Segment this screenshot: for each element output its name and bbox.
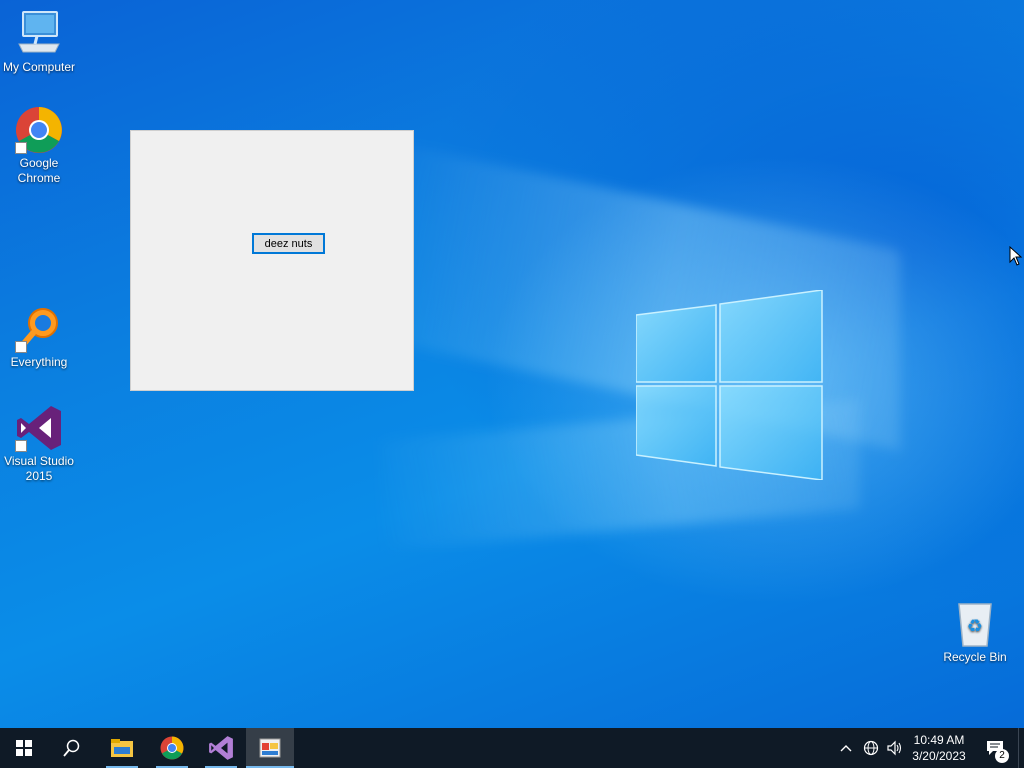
start-button[interactable] bbox=[0, 728, 48, 768]
network-button[interactable] bbox=[860, 728, 882, 768]
shortcut-arrow-icon bbox=[15, 142, 27, 154]
volume-button[interactable] bbox=[884, 728, 906, 768]
desktop: My Computer Google Chrome Everything Vis… bbox=[0, 0, 1024, 728]
shortcut-arrow-icon bbox=[15, 440, 27, 452]
desktop-icon-label: My Computer bbox=[2, 60, 76, 74]
speaker-icon bbox=[887, 740, 902, 756]
show-desktop-button[interactable] bbox=[1018, 728, 1024, 768]
globe-icon bbox=[863, 740, 879, 756]
search-button[interactable] bbox=[48, 728, 96, 768]
desktop-icon-visual-studio-2015[interactable]: Visual Studio 2015 bbox=[0, 404, 78, 484]
desktop-icon-everything[interactable]: Everything bbox=[0, 305, 78, 370]
mouse-cursor-icon bbox=[1009, 246, 1023, 266]
taskbar-app[interactable] bbox=[246, 728, 294, 768]
desktop-icon-google-chrome[interactable]: Google Chrome bbox=[0, 106, 78, 186]
clock-time: 10:49 AM bbox=[913, 733, 965, 747]
app-window: deez nuts bbox=[130, 130, 414, 391]
taskbar-chrome[interactable] bbox=[148, 728, 196, 768]
search-icon bbox=[63, 739, 80, 757]
windows-logo-wallpaper bbox=[636, 290, 823, 480]
chrome-icon bbox=[160, 736, 184, 760]
clock[interactable]: 10:49 AM 3/20/2023 bbox=[904, 728, 974, 768]
notifications-button[interactable]: 2 bbox=[980, 728, 1010, 768]
notification-count-badge: 2 bbox=[995, 749, 1009, 763]
desktop-icon-label: Everything bbox=[10, 355, 68, 369]
svg-text:♻: ♻ bbox=[967, 616, 983, 637]
chevron-up-icon bbox=[840, 745, 852, 752]
folder-icon bbox=[111, 739, 133, 757]
show-hidden-icons-button[interactable] bbox=[836, 728, 856, 768]
recycle-bin-icon: ♻ bbox=[951, 600, 999, 648]
desktop-icon-my-computer[interactable]: My Computer bbox=[0, 10, 78, 75]
taskbar-file-explorer[interactable] bbox=[98, 728, 146, 768]
desktop-icon-label: Recycle Bin bbox=[943, 650, 1007, 664]
taskbar: 10:49 AM 3/20/2023 2 bbox=[0, 728, 1024, 768]
clock-date: 3/20/2023 bbox=[912, 749, 966, 763]
windows-start-icon bbox=[16, 740, 32, 756]
shortcut-arrow-icon bbox=[15, 341, 27, 353]
desktop-icon-label: Google Chrome bbox=[17, 156, 61, 185]
chrome-icon bbox=[15, 106, 63, 154]
desktop-icon-recycle-bin[interactable]: ♻ Recycle Bin bbox=[936, 600, 1014, 665]
app-window-icon bbox=[259, 738, 281, 758]
deez-nuts-button[interactable]: deez nuts bbox=[252, 233, 325, 254]
computer-icon bbox=[15, 10, 63, 58]
desktop-icon-label: Visual Studio 2015 bbox=[4, 454, 74, 483]
magnifier-icon bbox=[15, 305, 63, 353]
taskbar-visual-studio[interactable] bbox=[197, 728, 245, 768]
visual-studio-icon bbox=[15, 404, 63, 452]
visual-studio-icon bbox=[209, 736, 233, 760]
